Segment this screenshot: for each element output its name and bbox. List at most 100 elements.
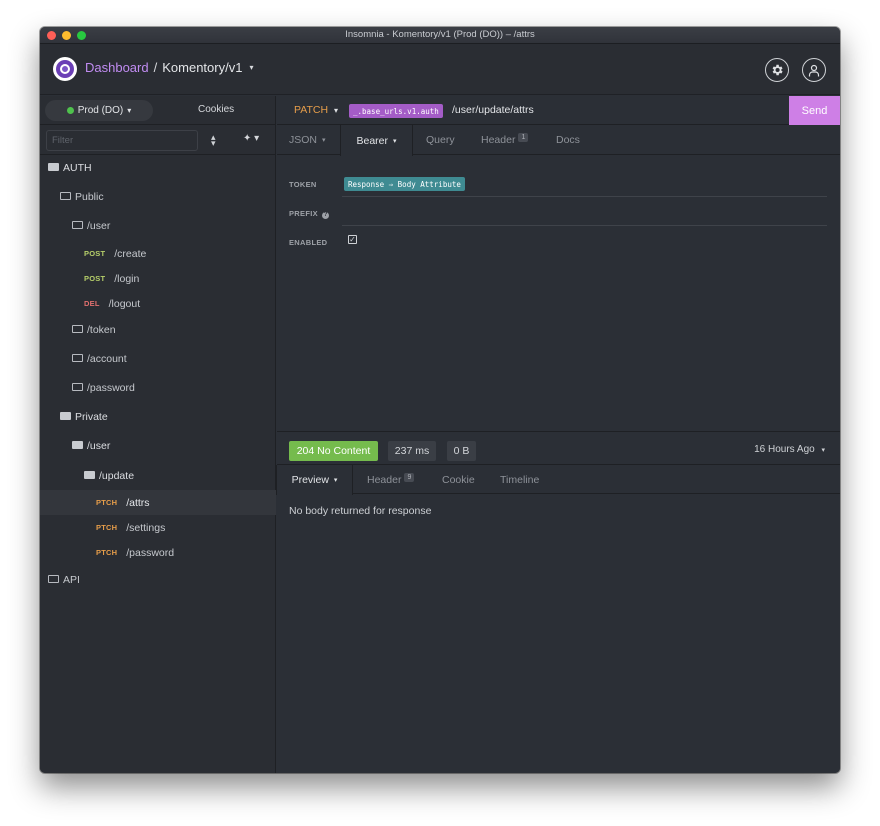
response-size-badge: 0 B <box>447 441 476 461</box>
folder-open-icon <box>48 162 59 171</box>
folder-item[interactable]: AUTH <box>40 155 276 180</box>
request-pane: PATCH ▾ _.base_urls.v1.auth /user/update… <box>276 96 840 773</box>
tab-label: Header <box>481 134 516 146</box>
tab-preview[interactable]: Preview ▾ <box>276 465 353 495</box>
send-button[interactable]: Send <box>789 96 840 125</box>
tab-auth[interactable]: Bearer ▾ <box>340 125 413 156</box>
response-history-dropdown[interactable]: 16 Hours Ago ▾ <box>754 444 825 455</box>
sort-icon[interactable]: ▴ ▾ <box>211 133 216 148</box>
tree-item-label: /user <box>87 439 111 452</box>
folder-open-icon <box>60 411 71 420</box>
response-time-badge: 237 ms <box>388 441 436 461</box>
request-item[interactable]: PTCH/attrs <box>40 490 276 515</box>
method-label: PATCH <box>294 104 329 116</box>
method-selector[interactable]: PATCH ▾ <box>294 104 338 116</box>
tab-cookie[interactable]: Cookie <box>442 465 475 495</box>
tab-label: Preview <box>291 474 329 486</box>
prefix-field-underline[interactable] <box>342 225 827 226</box>
tree-item-label: /settings <box>126 521 166 534</box>
cookies-button[interactable]: Cookies <box>198 104 234 115</box>
token-field-underline[interactable] <box>342 196 827 197</box>
tab-query[interactable]: Query <box>426 125 455 155</box>
url-bar: PATCH ▾ _.base_urls.v1.auth /user/update… <box>277 96 840 125</box>
tree-item-label: /password <box>126 546 175 559</box>
tab-docs[interactable]: Docs <box>556 125 580 155</box>
token-label: TOKEN <box>289 180 317 189</box>
tree-item-label: /password <box>87 381 135 394</box>
dashboard-link[interactable]: Dashboard <box>85 60 149 75</box>
breadcrumb-separator: / <box>153 60 158 75</box>
filter-input[interactable] <box>46 130 198 151</box>
token-response-tag[interactable]: Response ⇒ Body Attribute <box>344 177 465 191</box>
tree-item-label: AUTH <box>63 161 92 174</box>
chevron-down-icon: ▾ <box>333 106 338 115</box>
method-badge: PTCH <box>96 498 118 507</box>
response-pane: 204 No Content 237 ms 0 B 16 Hours Ago ▾… <box>276 431 840 773</box>
prefix-label: PREFIX ? <box>289 209 330 219</box>
account-button[interactable] <box>802 58 826 82</box>
workspace-name[interactable]: Komentory/v1 <box>162 60 242 75</box>
count-badge: 9 <box>404 472 415 482</box>
tree-item-label: /account <box>87 352 127 365</box>
folder-item[interactable]: /user <box>40 213 276 238</box>
folder-item[interactable]: /token <box>40 317 276 342</box>
folder-item[interactable]: /user <box>40 433 276 458</box>
tree-item-label: /create <box>114 247 147 260</box>
enabled-checkbox[interactable]: ✓ <box>348 235 357 244</box>
info-icon[interactable]: ? <box>322 212 330 219</box>
tab-label: JSON <box>289 134 318 146</box>
request-item[interactable]: POST/login <box>40 266 276 291</box>
url-environment-tag[interactable]: _.base_urls.v1.auth <box>349 104 443 118</box>
insomnia-logo-icon[interactable] <box>53 57 77 81</box>
folder-item[interactable]: /password <box>40 375 276 400</box>
folder-item[interactable]: /update <box>40 463 276 488</box>
count-badge: 1 <box>518 132 529 142</box>
tree-item-label: /attrs <box>126 496 150 509</box>
request-item[interactable]: PTCH/password <box>40 540 276 565</box>
request-tabs: JSON ▾ Bearer ▾ Query Header 1 Docs <box>277 125 840 156</box>
title-bar: Insomnia - Komentory/v1 (Prod (DO)) – /a… <box>40 27 840 44</box>
tree-item-label: /logout <box>108 297 141 310</box>
response-tabs: Preview ▾ Header 9 Cookie Timeline <box>276 464 840 495</box>
request-item[interactable]: PTCH/settings <box>40 515 276 540</box>
method-badge: POST <box>84 249 106 258</box>
breadcrumb: Dashboard / Komentory/v1 ▾ <box>85 60 253 75</box>
tab-header[interactable]: Header 1 <box>481 125 529 155</box>
add-item-menu-icon[interactable]: ✦ ▾ <box>243 133 259 144</box>
chevron-down-icon: ▾ <box>333 477 338 484</box>
chevron-down-icon: ▾ <box>821 447 825 454</box>
method-badge: PTCH <box>96 548 118 557</box>
folder-item[interactable]: Private <box>40 404 276 429</box>
tab-body[interactable]: JSON ▾ <box>289 125 326 155</box>
environment-label: Prod (DO) <box>77 105 124 116</box>
tree-item-label: API <box>63 573 80 586</box>
folder-item[interactable]: /account <box>40 346 276 371</box>
folder-icon <box>60 191 71 200</box>
sidebar: Prod (DO) ▾ Cookies ▴▾ ✦ ▾ AUTH Public/us… <box>40 96 276 773</box>
chevron-down-icon[interactable]: ▾ <box>249 63 253 72</box>
tab-response-header[interactable]: Header 9 <box>367 465 415 495</box>
tab-label: Bearer <box>356 134 388 147</box>
window-title: Insomnia - Komentory/v1 (Prod (DO)) – /a… <box>345 29 535 40</box>
request-item[interactable]: DEL/logout <box>40 291 276 316</box>
environment-selector[interactable]: Prod (DO) ▾ <box>45 100 153 121</box>
folder-icon <box>72 353 83 362</box>
settings-button[interactable] <box>765 58 789 82</box>
folder-open-icon <box>72 440 83 449</box>
url-input[interactable]: /user/update/attrs <box>452 104 534 116</box>
chevron-down-icon: ▾ <box>393 137 397 145</box>
response-status-bar: 204 No Content 237 ms 0 B 16 Hours Ago ▾ <box>277 432 840 464</box>
tree-item-label: /token <box>87 323 116 336</box>
request-item[interactable]: POST/create <box>40 241 276 266</box>
app-window: Insomnia - Komentory/v1 (Prod (DO)) – /a… <box>40 27 840 773</box>
folder-icon <box>72 382 83 391</box>
folder-item[interactable]: API <box>40 567 276 592</box>
folder-item[interactable]: Public <box>40 184 276 209</box>
tab-label: Header <box>367 474 402 486</box>
time-ago-label: 16 Hours Ago <box>754 444 815 455</box>
tab-timeline[interactable]: Timeline <box>500 465 539 495</box>
tree-item-label: /update <box>99 469 135 482</box>
chevron-down-icon: ▾ <box>322 137 326 144</box>
tree-item-label: Public <box>75 190 104 203</box>
user-icon <box>808 64 820 76</box>
